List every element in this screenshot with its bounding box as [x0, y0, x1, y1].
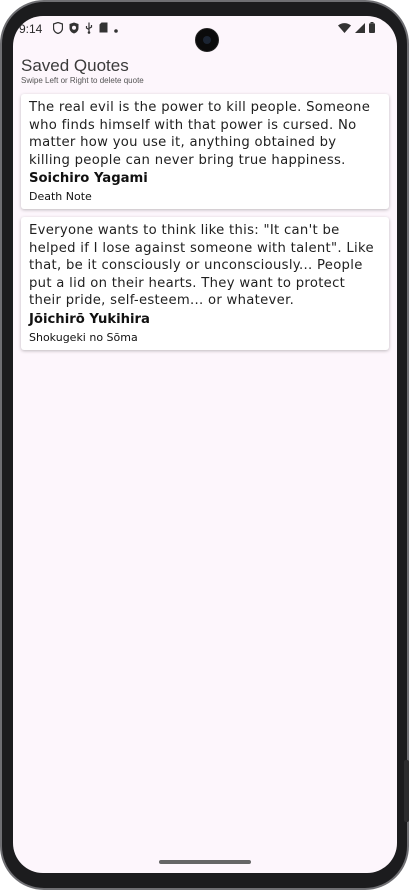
page-title: Saved Quotes [21, 56, 129, 75]
wifi-icon [338, 22, 351, 36]
sim-card-icon [99, 22, 108, 36]
app-header: Saved Quotes Swipe Left or Right to dele… [21, 56, 144, 86]
shield-check-icon [69, 22, 79, 37]
shield-outline-icon [52, 21, 64, 37]
home-indicator[interactable] [159, 860, 251, 864]
quote-text: The real evil is the power to kill peopl… [29, 100, 371, 168]
status-time: 9:14 [19, 22, 43, 36]
quote-card[interactable]: The real evil is the power to kill peopl… [21, 94, 389, 209]
usb-icon [85, 22, 93, 37]
status-left-icons [52, 21, 118, 37]
front-camera [195, 28, 219, 52]
quote-author: Soichiro Yagami [29, 171, 148, 186]
side-button [404, 760, 409, 822]
app-screen: 9:14 Saved Quotes Swipe Left or Right to… [13, 16, 397, 873]
quote-author: Jōichirō Yukihira [29, 311, 150, 327]
quote-card[interactable]: Everyone wants to think like this: "It c… [21, 217, 389, 350]
status-right-icons [338, 22, 375, 36]
quote-source: Shokugeki no Sōma [29, 330, 138, 344]
quote-text: Everyone wants to think like this: "It c… [29, 223, 374, 308]
phone-device: 9:14 Saved Quotes Swipe Left or Right to… [0, 0, 409, 890]
signal-icon [355, 22, 365, 36]
page-subtitle: Swipe Left or Right to delete quote [21, 76, 144, 85]
battery-icon [369, 22, 375, 36]
quote-source: Death Note [29, 190, 92, 203]
dot-icon [114, 22, 118, 36]
